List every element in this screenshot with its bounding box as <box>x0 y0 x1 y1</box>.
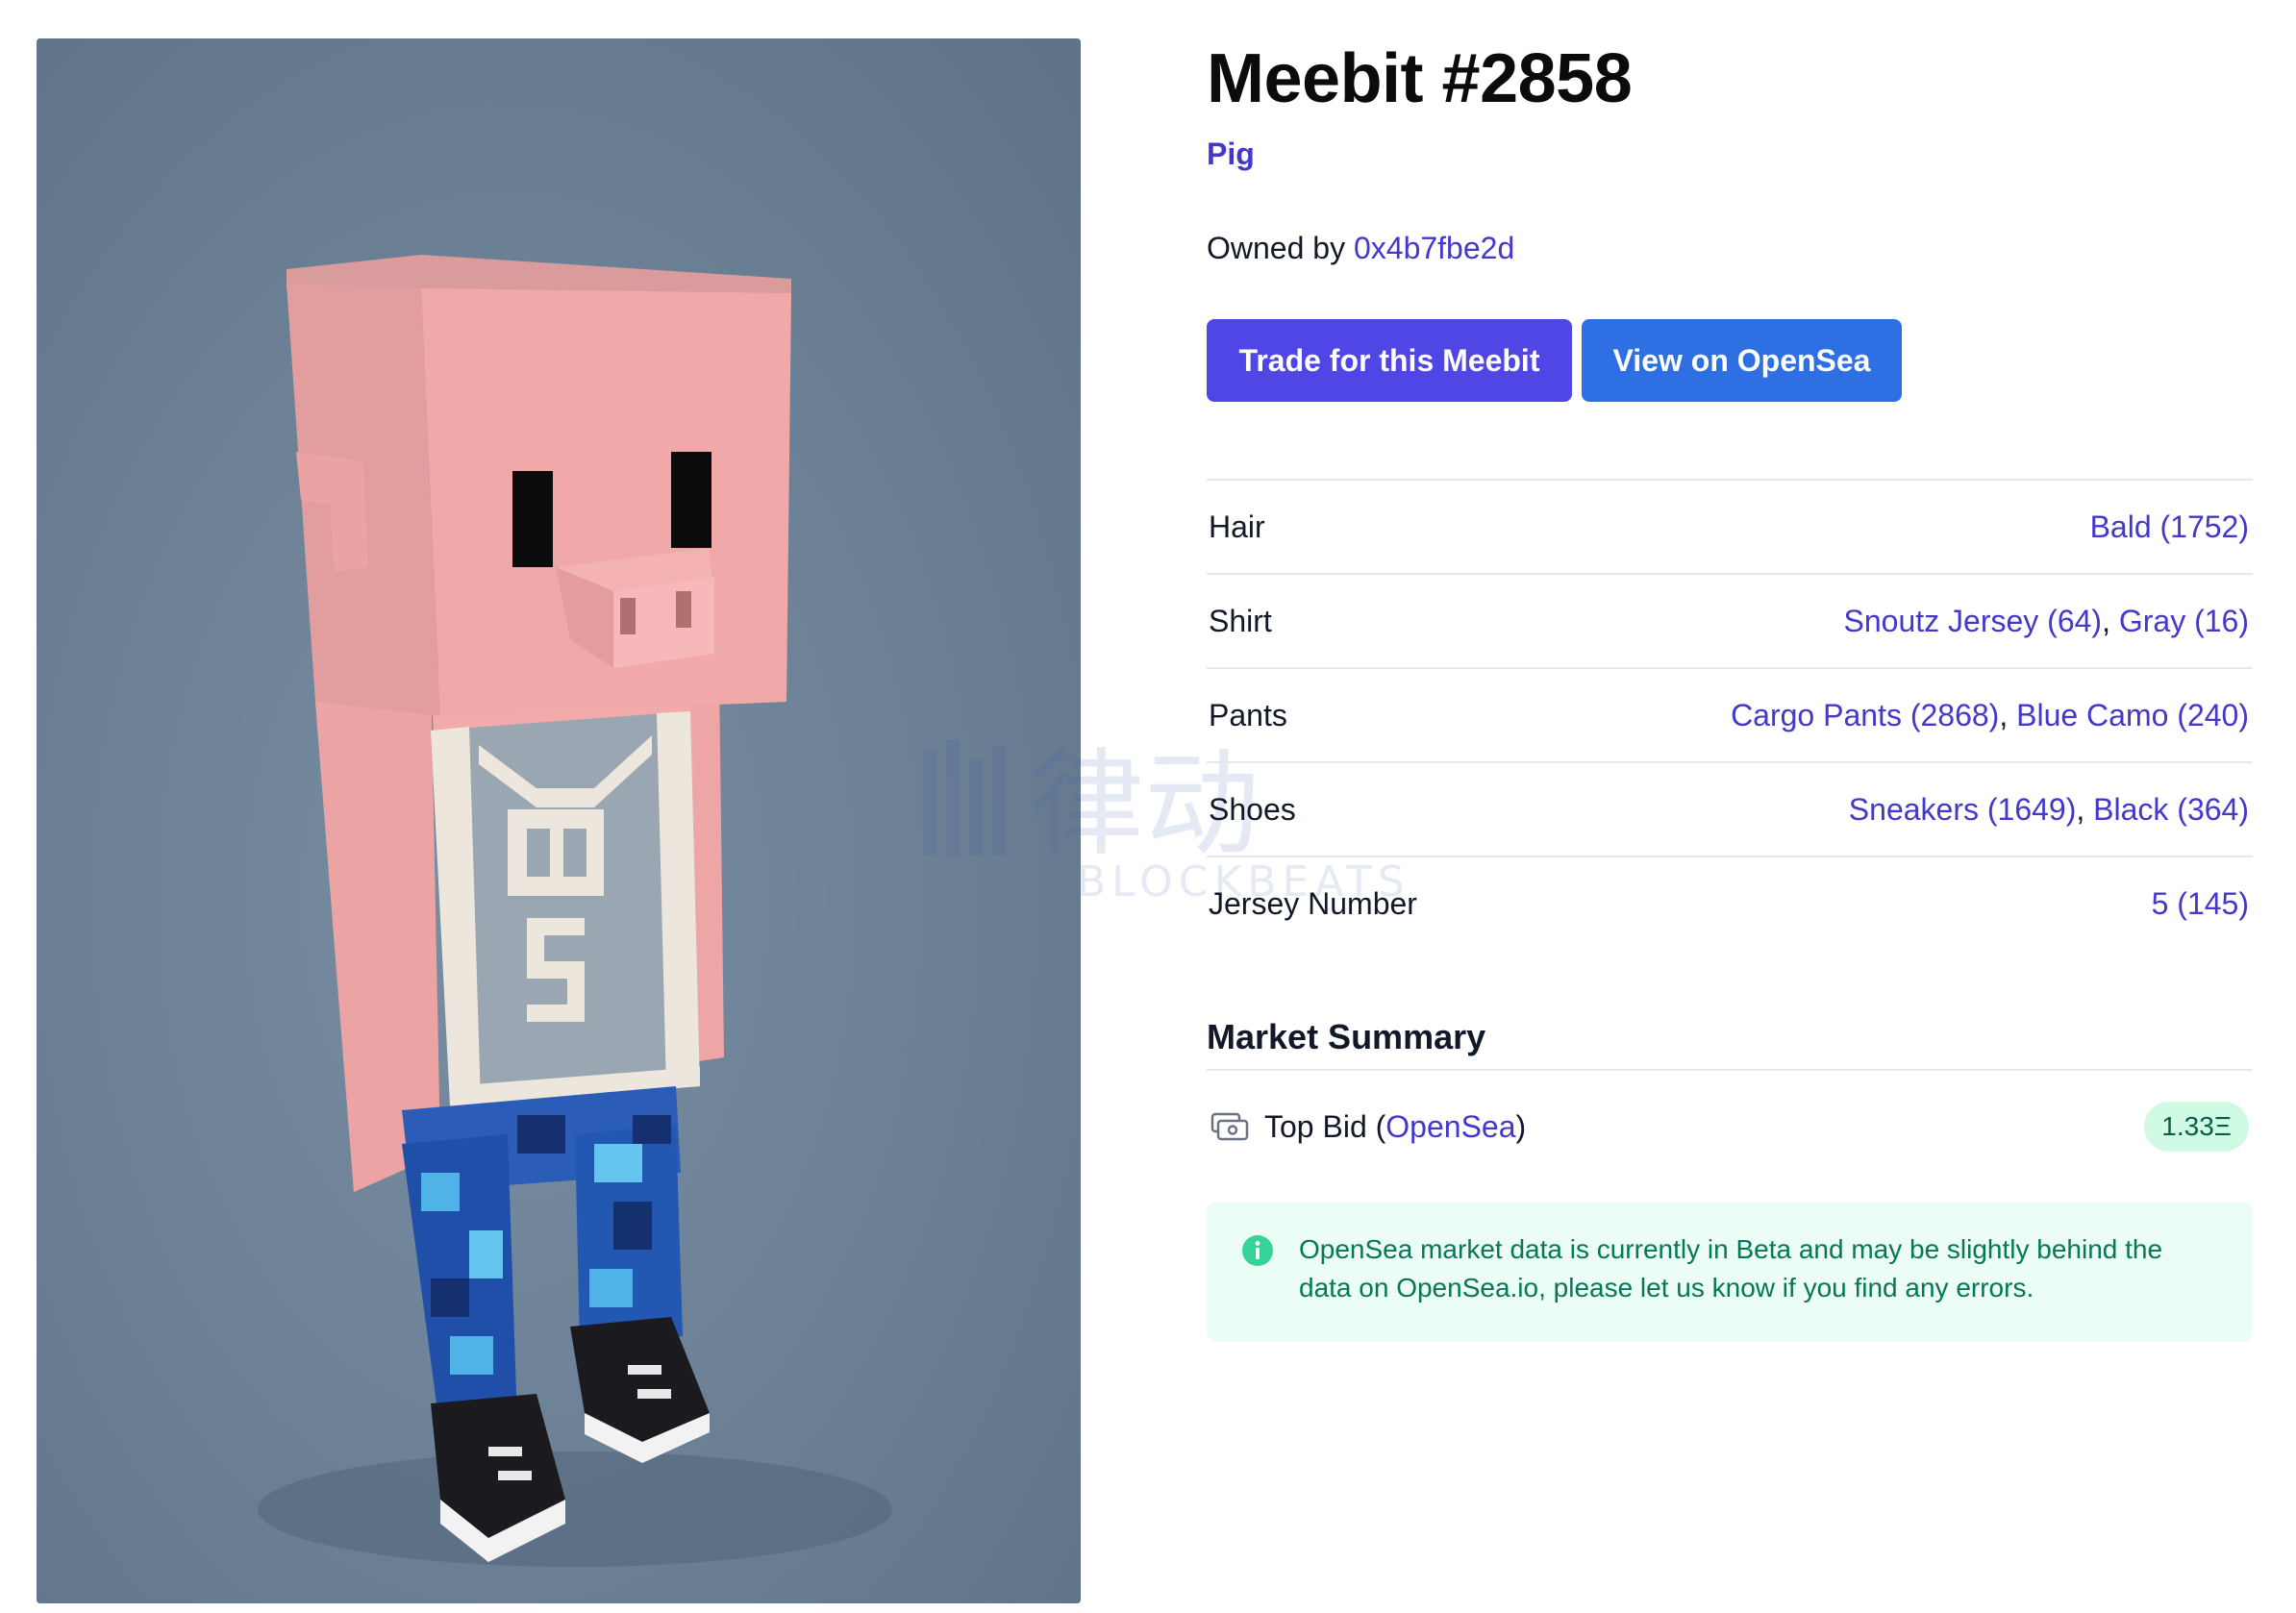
trait-value-link[interactable]: Black (364) <box>2093 792 2249 827</box>
trait-name: Pants <box>1209 697 1287 732</box>
trait-value-link[interactable]: Sneakers (1649) <box>1849 792 2077 827</box>
trait-name: Shirt <box>1209 603 1272 638</box>
cash-icon <box>1210 1112 1249 1141</box>
trait-row-shirt: Shirt Snoutz Jersey (64), Gray (16) <box>1207 573 2253 667</box>
trait-value-link[interactable]: Cargo Pants (2868) <box>1731 698 1999 732</box>
owner-prefix: Owned by <box>1207 231 1354 265</box>
trait-value-link[interactable]: Snoutz Jersey (64) <box>1844 604 2103 638</box>
trait-row-jersey-number: Jersey Number 5 (145) <box>1207 856 2253 950</box>
owner-line: Owned by 0x4b7fbe2d <box>1207 231 1514 266</box>
beta-notice: OpenSea market data is currently in Beta… <box>1207 1202 2253 1342</box>
divider <box>1207 1069 2253 1071</box>
traits-table: Hair Bald (1752) Shirt Snoutz Jersey (64… <box>1207 479 2253 950</box>
top-bid-value-badge: 1.33Ξ <box>2144 1102 2249 1152</box>
owner-address-link[interactable]: 0x4b7fbe2d <box>1354 231 1514 265</box>
top-bid-source-link[interactable]: OpenSea <box>1385 1109 1515 1145</box>
top-bid-label: Top Bid ( <box>1264 1108 1386 1144</box>
trait-name: Shoes <box>1209 791 1296 827</box>
meebit-image <box>37 38 1081 1603</box>
meebit-type-link[interactable]: Pig <box>1207 136 1255 172</box>
trait-value-link[interactable]: 5 (145) <box>2152 886 2249 921</box>
trade-button[interactable]: Trade for this Meebit <box>1207 319 1572 402</box>
view-on-opensea-button[interactable]: View on OpenSea <box>1582 319 1902 402</box>
trait-value-link[interactable]: Gray (16) <box>2119 604 2249 638</box>
trait-row-shoes: Shoes Sneakers (1649), Black (364) <box>1207 761 2253 856</box>
top-bid-row: Top Bid (OpenSea) 1.33Ξ <box>1207 1096 2253 1157</box>
trait-value-link[interactable]: Blue Camo (240) <box>2016 698 2249 732</box>
notice-text: OpenSea market data is currently in Beta… <box>1299 1234 2163 1303</box>
trait-name: Jersey Number <box>1209 885 1417 921</box>
trait-value-link[interactable]: Bald (1752) <box>2090 509 2249 544</box>
info-circle-icon <box>1242 1235 1273 1266</box>
trait-row-hair: Hair Bald (1752) <box>1207 479 2253 573</box>
trait-name: Hair <box>1209 509 1265 544</box>
trait-row-pants: Pants Cargo Pants (2868), Blue Camo (240… <box>1207 667 2253 761</box>
page-title: Meebit #2858 <box>1207 40 1633 117</box>
top-bid-suffix: ) <box>1515 1108 1527 1144</box>
market-summary-heading: Market Summary <box>1207 1017 1486 1056</box>
